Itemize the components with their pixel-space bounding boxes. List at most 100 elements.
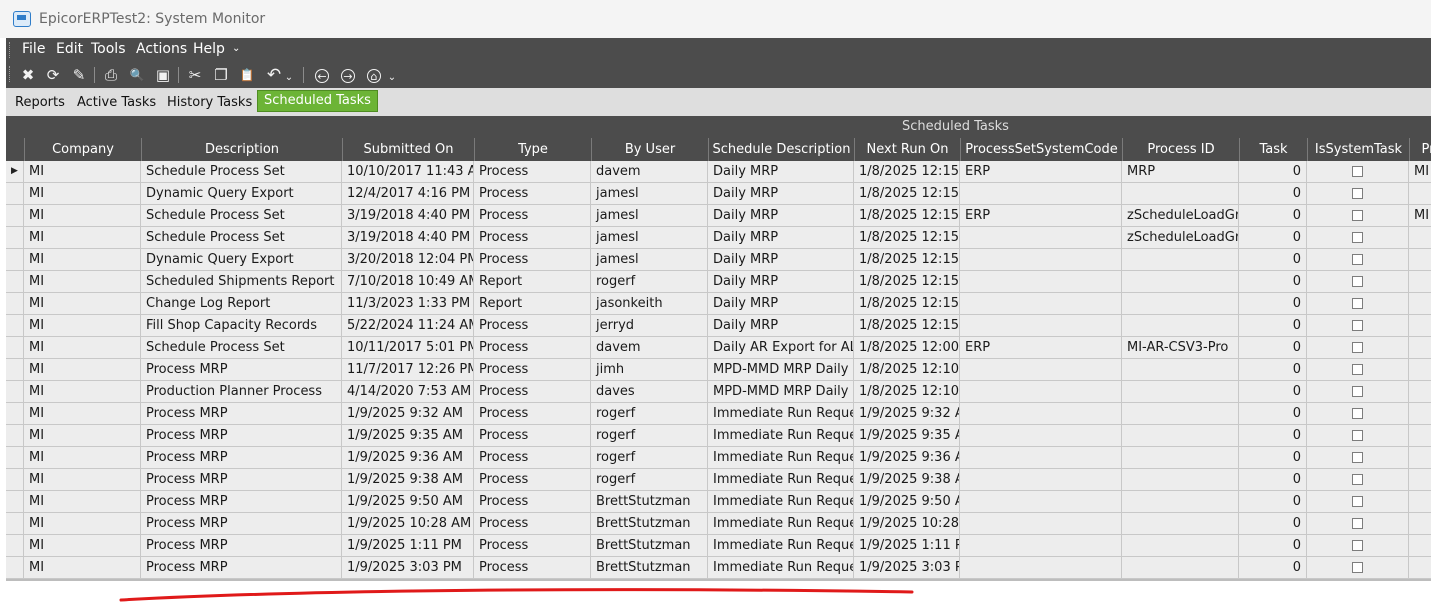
cell-task[interactable]: 0 [1239, 403, 1307, 425]
cell-type[interactable]: Process [474, 161, 591, 183]
cell-next-run-on[interactable]: 1/8/2025 12:15 [854, 249, 960, 271]
cell-type[interactable]: Process [474, 381, 591, 403]
cell-schedule-description[interactable]: Immediate Run Reque [708, 469, 854, 491]
cell-next-run-on[interactable]: 1/9/2025 3:03 P [854, 557, 960, 579]
cell-company[interactable]: MI [24, 249, 141, 271]
cell-description[interactable]: Dynamic Query Export [141, 249, 342, 271]
is-system-task-checkbox[interactable] [1352, 430, 1363, 441]
cell-company[interactable]: MI [24, 381, 141, 403]
row-selector[interactable] [6, 403, 24, 425]
menu-edit[interactable]: Edit [56, 41, 83, 57]
cell-process-set-system-code[interactable] [960, 557, 1122, 579]
cell-is-system-task[interactable] [1307, 227, 1409, 249]
is-system-task-checkbox[interactable] [1352, 188, 1363, 199]
cell-company[interactable]: MI [24, 161, 141, 183]
cell-schedule-description[interactable]: Daily MRP [708, 249, 854, 271]
cell-process-set-system-code[interactable]: ERP [960, 161, 1122, 183]
cell-by-user[interactable]: BrettStutzman [591, 513, 708, 535]
cell-process-id[interactable] [1122, 425, 1239, 447]
cell-description[interactable]: Process MRP [141, 513, 342, 535]
cell-process-set-system-code[interactable] [960, 183, 1122, 205]
cell-description[interactable]: Process MRP [141, 535, 342, 557]
table-row[interactable]: MI Process MRP 1/9/2025 1:11 PM Process Bret… [6, 535, 1431, 557]
row-selector[interactable] [6, 249, 24, 271]
table-row[interactable]: MI Schedule Process Set 3/19/2018 4:40 PM P… [6, 205, 1431, 227]
cell-task[interactable]: 0 [1239, 535, 1307, 557]
cell-pr[interactable] [1409, 293, 1431, 315]
cell-by-user[interactable]: BrettStutzman [591, 491, 708, 513]
cell-process-set-system-code[interactable] [960, 425, 1122, 447]
home-icon[interactable]: ⌂ [364, 65, 384, 85]
table-row[interactable]: MI Process MRP 11/7/2017 12:26 PM Process ji… [6, 359, 1431, 381]
cell-pr[interactable] [1409, 469, 1431, 491]
cell-company[interactable]: MI [24, 513, 141, 535]
cell-is-system-task[interactable] [1307, 469, 1409, 491]
table-row[interactable]: MI Scheduled Shipments Report 7/10/2018 10… [6, 271, 1431, 293]
cell-schedule-description[interactable]: Immediate Run Reque [708, 425, 854, 447]
cell-type[interactable]: Process [474, 491, 591, 513]
cell-task[interactable]: 0 [1239, 249, 1307, 271]
cell-type[interactable]: Report [474, 271, 591, 293]
cell-by-user[interactable]: jamesl [591, 205, 708, 227]
cell-by-user[interactable]: jimh [591, 359, 708, 381]
cell-schedule-description[interactable]: MPD-MMD MRP Daily [708, 381, 854, 403]
cell-next-run-on[interactable]: 1/9/2025 9:50 A [854, 491, 960, 513]
cell-schedule-description[interactable]: Immediate Run Reque [708, 491, 854, 513]
cell-process-id[interactable] [1122, 469, 1239, 491]
cell-schedule-description[interactable]: Immediate Run Reque [708, 535, 854, 557]
cell-schedule-description[interactable]: Daily MRP [708, 183, 854, 205]
row-selector[interactable] [6, 227, 24, 249]
cell-process-set-system-code[interactable] [960, 469, 1122, 491]
row-selector[interactable] [6, 337, 24, 359]
cell-is-system-task[interactable] [1307, 359, 1409, 381]
cell-description[interactable]: Dynamic Query Export [141, 183, 342, 205]
cell-pr[interactable] [1409, 557, 1431, 579]
cell-pr[interactable] [1409, 425, 1431, 447]
cell-description[interactable]: Scheduled Shipments Report [141, 271, 342, 293]
cell-task[interactable]: 0 [1239, 205, 1307, 227]
cell-type[interactable]: Process [474, 535, 591, 557]
cell-process-id[interactable]: zScheduleLoadGr [1122, 227, 1239, 249]
cell-submitted-on[interactable]: 10/11/2017 5:01 PM [342, 337, 474, 359]
cell-pr[interactable]: MI [1409, 161, 1431, 183]
cell-pr[interactable] [1409, 337, 1431, 359]
menu-tools[interactable]: Tools [91, 41, 126, 57]
column-header-task[interactable]: Task [1239, 138, 1307, 161]
cell-company[interactable]: MI [24, 447, 141, 469]
cell-submitted-on[interactable]: 1/9/2025 9:50 AM [342, 491, 474, 513]
toolbar-overflow-icon[interactable]: ⌄ [386, 68, 398, 88]
close-icon[interactable]: ✖ [18, 65, 38, 85]
row-selector[interactable] [6, 535, 24, 557]
cell-pr[interactable] [1409, 513, 1431, 535]
cell-by-user[interactable]: rogerf [591, 425, 708, 447]
column-header-is-system-task[interactable]: IsSystemTask [1307, 138, 1409, 161]
cell-description[interactable]: Production Planner Process [141, 381, 342, 403]
cell-submitted-on[interactable]: 7/10/2018 10:49 AM [342, 271, 474, 293]
cell-pr[interactable]: MI [1409, 205, 1431, 227]
is-system-task-checkbox[interactable] [1352, 320, 1363, 331]
cell-company[interactable]: MI [24, 315, 141, 337]
table-row[interactable]: MI Process MRP 1/9/2025 10:28 AM Process Bre… [6, 513, 1431, 535]
cell-description[interactable]: Process MRP [141, 403, 342, 425]
cell-submitted-on[interactable]: 5/22/2024 11:24 AM [342, 315, 474, 337]
cell-task[interactable]: 0 [1239, 315, 1307, 337]
cell-next-run-on[interactable]: 1/9/2025 9:38 A [854, 469, 960, 491]
cell-by-user[interactable]: jasonkeith [591, 293, 708, 315]
cell-description[interactable]: Process MRP [141, 491, 342, 513]
column-header-process-set-system-code[interactable]: ProcessSetSystemCode [960, 138, 1122, 161]
cell-type[interactable]: Process [474, 469, 591, 491]
cell-process-set-system-code[interactable]: ERP [960, 337, 1122, 359]
cell-company[interactable]: MI [24, 205, 141, 227]
is-system-task-checkbox[interactable] [1352, 540, 1363, 551]
column-header-schedule-description[interactable]: Schedule Description [708, 138, 854, 161]
column-header-process-id[interactable]: Process ID [1122, 138, 1239, 161]
cell-by-user[interactable]: jamesl [591, 227, 708, 249]
cell-type[interactable]: Process [474, 249, 591, 271]
is-system-task-checkbox[interactable] [1352, 254, 1363, 265]
print-icon[interactable]: ⎙ [101, 65, 121, 85]
save-icon[interactable]: ▣ [153, 65, 173, 85]
cell-description[interactable]: Process MRP [141, 447, 342, 469]
cell-task[interactable]: 0 [1239, 491, 1307, 513]
cell-company[interactable]: MI [24, 183, 141, 205]
cell-next-run-on[interactable]: 1/8/2025 12:00 [854, 337, 960, 359]
